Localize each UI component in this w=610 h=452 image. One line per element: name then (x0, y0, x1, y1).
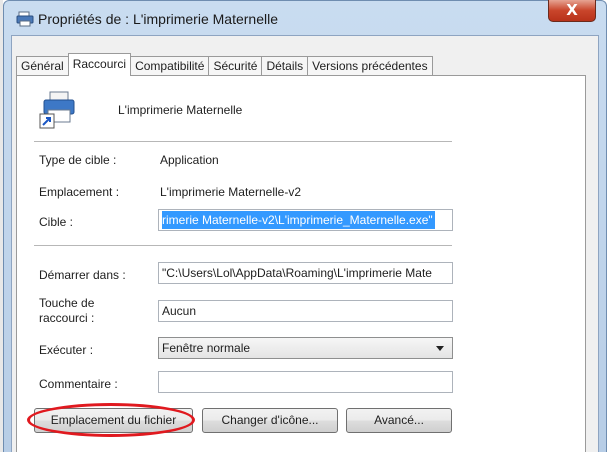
tab-strip: Général Raccourci Compatibilité Sécurité… (16, 53, 433, 76)
close-icon: X (566, 1, 578, 19)
tab-details[interactable]: Détails (261, 56, 309, 76)
target-type-label: Type de cible : (39, 153, 117, 167)
open-file-location-button[interactable]: Emplacement du fichier (34, 408, 193, 433)
tab-general[interactable]: Général (16, 56, 69, 76)
run-label: Exécuter : (39, 343, 94, 357)
target-label: Cible : (39, 215, 74, 229)
hotkey-label-line2: raccourci : (39, 311, 95, 325)
comment-field[interactable] (158, 371, 453, 393)
tab-compatibility[interactable]: Compatibilité (130, 56, 210, 76)
title-bar[interactable]: Propriétés de : L'imprimerie Maternelle … (4, 0, 606, 37)
separator-highlight (34, 142, 452, 143)
change-icon-button[interactable]: Changer d'icône... (202, 408, 338, 433)
printer-shortcut-icon (38, 88, 80, 133)
start-in-field-text: "C:\Users\Lol\AppData\Roaming\L'imprimer… (162, 266, 432, 280)
location-label: Emplacement : (39, 185, 120, 199)
tab-previous-versions[interactable]: Versions précédentes (307, 56, 433, 76)
run-select[interactable]: Fenêtre normale (158, 337, 453, 359)
target-type-value: Application (160, 153, 219, 167)
start-in-field[interactable]: "C:\Users\Lol\AppData\Roaming\L'imprimer… (158, 262, 453, 284)
run-select-value: Fenêtre normale (162, 341, 251, 355)
target-field[interactable]: rimerie Maternelle-v2\L'imprimerie_Mater… (158, 209, 453, 231)
tab-security[interactable]: Sécurité (208, 56, 263, 76)
target-field-text: rimerie Maternelle-v2\L'imprimerie_Mater… (162, 211, 435, 229)
chevron-down-icon (436, 346, 444, 351)
advanced-button[interactable]: Avancé... (346, 408, 452, 433)
printer-icon (16, 11, 34, 30)
comment-label: Commentaire : (39, 377, 118, 391)
close-button[interactable]: X (548, 0, 596, 22)
hotkey-field-text: Aucun (162, 304, 197, 318)
separator-highlight (34, 246, 452, 247)
shortcut-name: L'imprimerie Maternelle (118, 103, 243, 117)
hotkey-label-line1: Touche de (39, 296, 95, 310)
hotkey-field[interactable]: Aucun (158, 300, 453, 322)
location-value: L'imprimerie Maternelle-v2 (160, 185, 301, 199)
start-in-label: Démarrer dans : (39, 268, 126, 282)
tab-shortcut[interactable]: Raccourci (67, 53, 132, 76)
window-title: Propriétés de : L'imprimerie Maternelle (38, 11, 278, 27)
